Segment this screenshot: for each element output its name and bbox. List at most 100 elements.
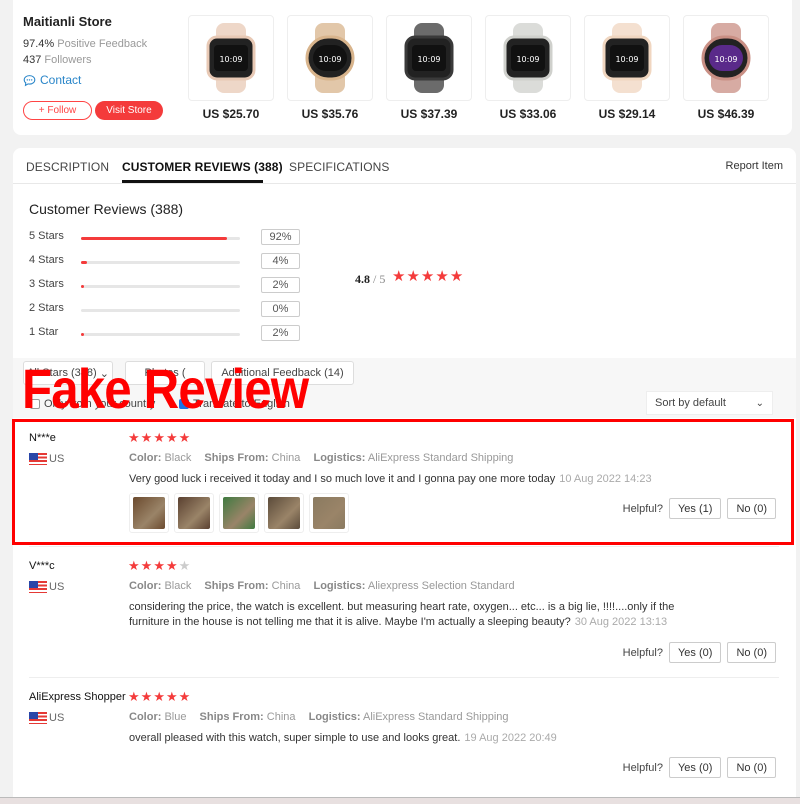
review-meta: Color: Blue Ships From: China Logistics:… [129,711,509,723]
star-icon: ★ [178,558,191,573]
chevron-down-icon: ⌄ [99,367,109,380]
additional-feedback-button[interactable]: Additional Feedback (14) [211,361,354,385]
photos-filter-button[interactable]: Photos ( [125,361,205,385]
tab-specifications[interactable]: SPECIFICATIONS [289,160,390,174]
helpful-yes-button[interactable]: Yes (0) [668,642,722,663]
rating-row[interactable]: 4 Stars 4% [29,253,300,271]
star-icon: ★ [153,689,165,704]
sort-dropdown[interactable]: Sort by default ⌄ [646,391,773,415]
helpful-no-button[interactable]: No (0) [727,642,776,663]
translate-checkbox[interactable]: Translate to English [179,398,290,410]
rating-bar-fill [81,333,85,336]
product-card[interactable]: 10:09 US $25.70 [188,15,274,121]
store-card: Maitianli Store 97.4% Positive Feedback … [13,0,792,135]
review-stars: ★ ★ ★ ★ ★ [128,431,190,444]
review-photos [129,493,349,533]
review-text: Very good luck i received it today and I… [129,473,652,485]
svg-text:10:09: 10:09 [615,55,638,64]
smartwatch-icon: 10:09 [206,23,256,93]
rating-bar [81,285,240,288]
reviewer-country: US [29,581,64,593]
review-date: 30 Aug 2022 13:13 [574,616,668,628]
only-country-checkbox[interactable]: Only from your country [30,398,155,410]
smartwatch-icon: 10:09 [305,23,355,93]
country-code: US [49,453,65,465]
reviewer-country: US [29,712,64,724]
reviewer-name: V***c [29,560,55,572]
product-card[interactable]: 10:09 US $37.39 [386,15,472,121]
all-stars-label: All Stars (388) [27,367,97,379]
product-price: US $29.14 [598,107,656,121]
product-price: US $25.70 [202,107,260,121]
star-icon: ★ [435,268,449,285]
review-text: considering the price, the watch is exce… [129,601,675,628]
review-meta: Color: Black Ships From: China Logistics… [129,580,515,592]
rating-row-label: 4 Stars [29,254,64,266]
star-icon: ★ [165,430,178,445]
rating-percent: 4% [261,253,300,269]
contact-link[interactable]: Contact [23,73,81,87]
review-stars: ★ ★ ★ ★ ★ [128,690,190,703]
helpful-label: Helpful? [622,502,663,515]
review-photo[interactable] [219,493,259,533]
active-tab-indicator [122,180,263,183]
rating-row[interactable]: 2 Stars 0% [29,301,300,319]
store-name[interactable]: Maitianli Store [23,14,112,29]
visit-store-button[interactable]: Visit Store [95,101,163,120]
review-photo[interactable] [129,493,169,533]
checkbox-checked-icon [179,399,189,409]
product-image[interactable]: 10:09 [485,15,571,101]
product-image[interactable]: 10:09 [683,15,769,101]
star-icon: ★ [165,558,178,573]
helpful-yes-button[interactable]: Yes (0) [668,757,722,778]
product-card[interactable]: 10:09 US $46.39 [683,15,769,121]
helpful-no-button[interactable]: No (0) [727,757,776,778]
average-stars: ★ ★ ★ ★ ★ [392,269,463,284]
svg-text:10:09: 10:09 [318,55,341,64]
helpful-section: Helpful? Yes (1) No (0) [623,498,776,519]
rating-bar [81,261,240,264]
rating-percent: 92% [261,229,300,245]
smartwatch-icon: 10:09 [503,23,553,93]
review-photo[interactable] [264,493,304,533]
rating-bar-fill [81,285,85,288]
helpful-no-button[interactable]: No (0) [727,498,776,519]
rating-row[interactable]: 1 Star 2% [29,325,300,343]
contact-label: Contact [40,73,82,87]
product-price: US $46.39 [697,107,755,121]
rating-row[interactable]: 3 Stars 2% [29,277,300,295]
product-card[interactable]: 10:09 US $35.76 [287,15,373,121]
star-icon: ★ [128,558,140,573]
product-image[interactable]: 10:09 [287,15,373,101]
product-image[interactable]: 10:09 [188,15,274,101]
product-image[interactable]: 10:09 [386,15,472,101]
star-icon: ★ [140,558,153,573]
rating-row-label: 1 Star [29,326,59,338]
country-code: US [49,581,65,593]
product-card[interactable]: 10:09 US $29.14 [584,15,670,121]
only-country-label: Only from your country [44,398,156,410]
all-stars-dropdown[interactable]: All Stars (388) ⌄ [23,361,113,385]
checkbox-icon [30,399,40,409]
chat-icon [23,74,36,86]
follow-button[interactable]: + Follow [23,101,92,120]
star-icon: ★ [153,558,165,573]
star-icon: ★ [165,689,178,704]
review-divider [29,677,779,678]
product-image[interactable]: 10:09 [584,15,670,101]
rating-row[interactable]: 5 Stars 92% [29,229,300,247]
star-icon: ★ [392,268,406,285]
tab-description[interactable]: DESCRIPTION [26,160,109,174]
average-rating: 4.8 / 5 [355,272,386,286]
helpful-label: Helpful? [622,761,663,774]
review-photo[interactable] [309,493,349,533]
rating-bar-fill [81,237,228,240]
rating-percent: 2% [261,325,300,341]
tab-customer-reviews[interactable]: CUSTOMER REVIEWS (388) [122,160,283,174]
product-card[interactable]: 10:09 US $33.06 [485,15,571,121]
rating-percent: 2% [261,277,300,293]
helpful-yes-button[interactable]: Yes (1) [668,498,722,519]
star-icon: ★ [178,430,191,445]
report-item-link[interactable]: Report Item [726,160,783,172]
review-photo[interactable] [174,493,214,533]
